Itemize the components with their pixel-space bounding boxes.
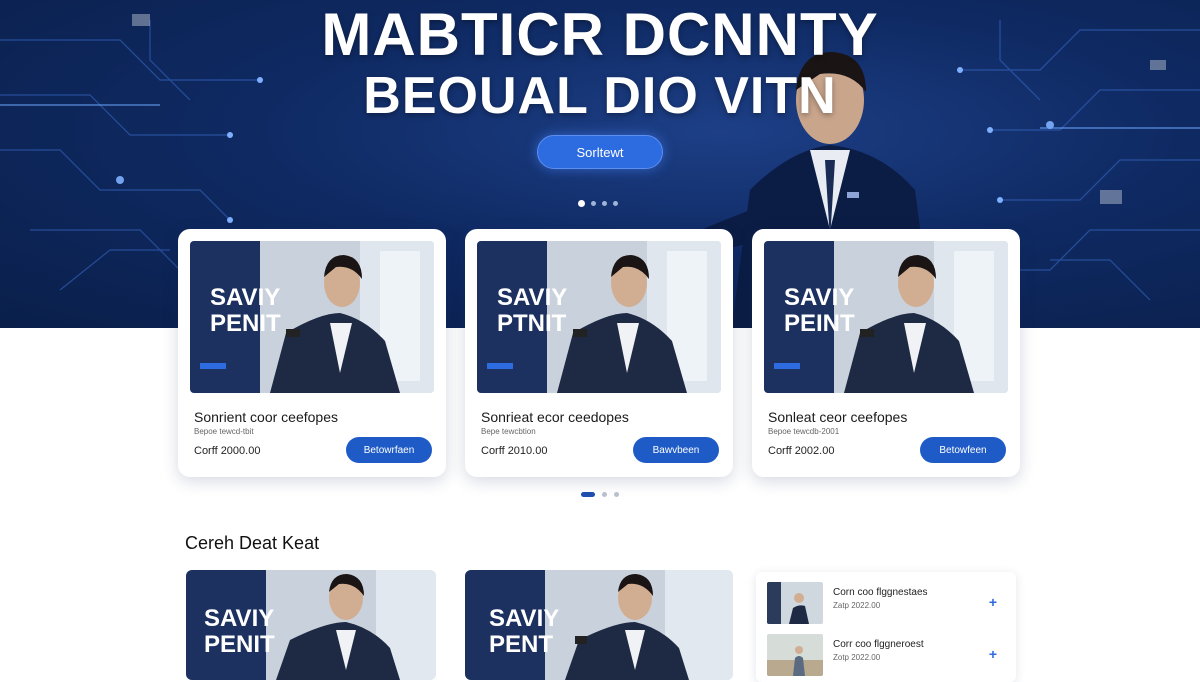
side-list: Corn coo flggnestaes Zatp 2022.00 + Corr… — [756, 572, 1016, 682]
list-item[interactable]: Corr coo flggneroest Zotp 2022.00 + — [767, 634, 1007, 678]
thumb-text-1: SAVIY — [204, 605, 274, 632]
card-price: Corff 2002.00 — [768, 445, 835, 457]
list-item-thumbnail[interactable] — [767, 582, 823, 624]
card-subtitle: Bepoe tewcdb-2001 — [768, 427, 840, 436]
hero-title-line2: BEOUAL DIO VITN — [363, 67, 837, 125]
card-subtitle: Bepoe tewcd-tbit — [194, 427, 254, 436]
product-card[interactable]: SAVIY PTNIT Sonrieat ecor ceedopes Bepe … — [465, 229, 733, 477]
hero-dot-2[interactable] — [591, 201, 596, 206]
featured-thumbnail[interactable]: SAVIY PENIT — [186, 570, 436, 680]
list-item-title[interactable]: Corr coo flggneroest — [833, 639, 924, 650]
thumb-text-2: PENIT — [210, 310, 281, 337]
card-thumbnail[interactable]: SAVIY PENIT — [190, 241, 434, 393]
card-title[interactable]: Sonrient coor ceefopes — [194, 409, 338, 425]
hero-dot-4[interactable] — [613, 201, 618, 206]
card-title[interactable]: Sonrieat ecor ceedopes — [481, 409, 629, 425]
list-item-thumbnail[interactable] — [767, 634, 823, 676]
product-card[interactable]: SAVIY PEINT Sonleat ceor ceefopes Bepoe … — [752, 229, 1020, 477]
hero-dot-1[interactable] — [578, 200, 585, 207]
thumb-text-2: PENIT — [204, 631, 275, 658]
thumb-text-1: SAVIY — [210, 284, 280, 311]
card-price: Corff 2000.00 — [194, 445, 261, 457]
list-item[interactable]: Corn coo flggnestaes Zatp 2022.00 + — [767, 582, 1007, 626]
hero-title-line1: MABTICR DCNNTY — [321, 1, 879, 68]
hero-dot-3[interactable] — [602, 201, 607, 206]
thumb-text-1: SAVIY — [497, 284, 567, 311]
plus-icon[interactable]: + — [989, 646, 997, 662]
card-title[interactable]: Sonleat ceor ceefopes — [768, 409, 907, 425]
thumb-text-2: PENT — [489, 631, 553, 658]
thumb-text-1: SAVIY — [489, 605, 559, 632]
card-action-button[interactable]: Betowfeen — [920, 437, 1006, 463]
product-card[interactable]: SAVIY PENIT Sonrient coor ceefopes Bepoe… — [178, 229, 446, 477]
list-item-title[interactable]: Corn coo flggnestaes — [833, 587, 928, 598]
hero-cta-button[interactable]: Sorltewt — [537, 135, 663, 169]
card-action-button[interactable]: Betowrfaen — [346, 437, 432, 463]
card-dot-1[interactable] — [581, 492, 595, 497]
list-item-subtitle: Zatp 2022.00 — [833, 601, 881, 610]
card-thumbnail[interactable]: SAVIY PEINT — [764, 241, 1008, 393]
thumb-text-1: SAVIY — [784, 284, 854, 311]
card-action-button[interactable]: Bawvbeen — [633, 437, 719, 463]
card-carousel-dots[interactable] — [581, 492, 619, 497]
list-item-subtitle: Zotp 2022.00 — [833, 653, 881, 662]
card-thumbnail[interactable]: SAVIY PTNIT — [477, 241, 721, 393]
card-dot-2[interactable] — [602, 492, 607, 497]
section-title: Cereh Deat Keat — [185, 533, 320, 553]
featured-thumbnail[interactable]: SAVIY PENT — [465, 570, 733, 680]
thumb-text-2: PEINT — [784, 310, 855, 337]
card-dot-3[interactable] — [614, 492, 619, 497]
card-price: Corff 2010.00 — [481, 445, 548, 457]
thumb-text-2: PTNIT — [497, 310, 567, 337]
plus-icon[interactable]: + — [989, 594, 997, 610]
hero-carousel-dots[interactable] — [578, 200, 618, 207]
card-subtitle: Bepe tewcbtion — [481, 427, 536, 436]
